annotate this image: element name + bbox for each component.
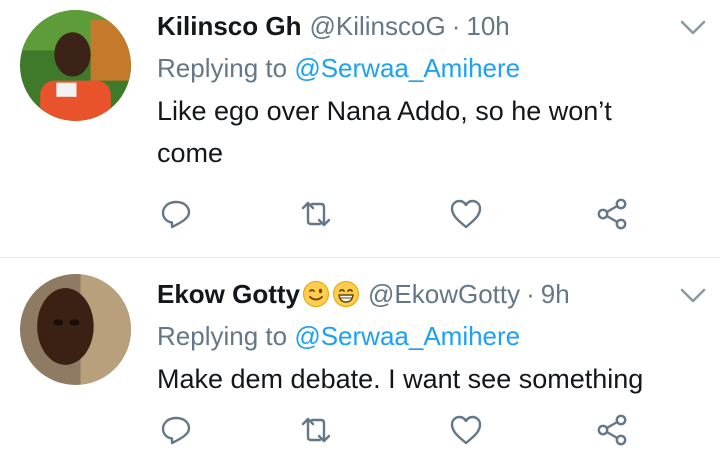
separator: · [526,279,535,309]
wink-emoji [302,280,330,308]
timestamp[interactable]: 9h [541,276,570,312]
chevron-down-icon[interactable] [678,280,708,310]
heart-icon [450,199,482,229]
tweet-ekow[interactable]: Ekow Gotty @EkowGotty · 9h Replying to @… [0,258,720,474]
grin-emoji [332,280,360,308]
user-name[interactable]: Kilinsco Gh [157,8,301,44]
reply-icon [161,416,191,445]
reply-icon [161,200,191,229]
reply-button[interactable] [158,196,194,232]
replying-to: Replying to @Serwaa_Amihere [157,318,708,354]
avatar[interactable] [20,10,131,121]
like-button[interactable] [448,196,484,232]
timestamp[interactable]: 10h [466,8,509,44]
tweet-text-line: Like ego over Nana Addo, so he won’t [157,96,612,126]
share-icon [597,198,627,230]
tweet-header: Kilinsco Gh @KilinscoG · 10h [157,8,708,44]
avatar[interactable] [20,274,131,385]
share-button[interactable] [594,196,630,232]
tweet-actions [158,412,638,448]
like-button[interactable] [448,412,484,448]
heart-icon [450,415,482,445]
retweet-button[interactable] [298,196,334,232]
mention-link[interactable]: @Serwaa_Amihere [294,321,520,351]
tweet-text-line: Make dem debate. I want see something [157,364,644,394]
user-handle[interactable]: @EkowGotty [368,276,520,312]
replying-to: Replying to @Serwaa_Amihere [157,50,708,86]
tweet-text: Make dem debate. I want see something [157,358,708,400]
reply-button[interactable] [158,412,194,448]
user-handle[interactable]: @KilinscoG [309,8,445,44]
replying-prefix: Replying to [157,321,288,351]
share-button[interactable] [594,412,630,448]
retweet-icon [301,417,331,443]
tweet-header: Ekow Gotty @EkowGotty · 9h [157,276,708,312]
tweet-text-line: come [157,138,224,168]
tweet-content: Ekow Gotty @EkowGotty · 9h Replying to @… [157,276,708,400]
chevron-down-icon[interactable] [678,12,708,42]
tweet-kilinsco[interactable]: Kilinsco Gh @KilinscoG · 10h Replying to… [0,0,720,258]
tweet-text: Like ego over Nana Addo, so he won’t com… [157,90,708,174]
retweet-icon [301,201,331,227]
user-name[interactable]: Ekow Gotty [157,276,300,312]
mention-link[interactable]: @Serwaa_Amihere [294,53,520,83]
replying-prefix: Replying to [157,53,288,83]
retweet-button[interactable] [298,412,334,448]
tweet-actions [158,196,638,232]
separator: · [451,11,461,41]
share-icon [597,414,627,446]
tweet-content: Kilinsco Gh @KilinscoG · 10h Replying to… [157,8,708,174]
